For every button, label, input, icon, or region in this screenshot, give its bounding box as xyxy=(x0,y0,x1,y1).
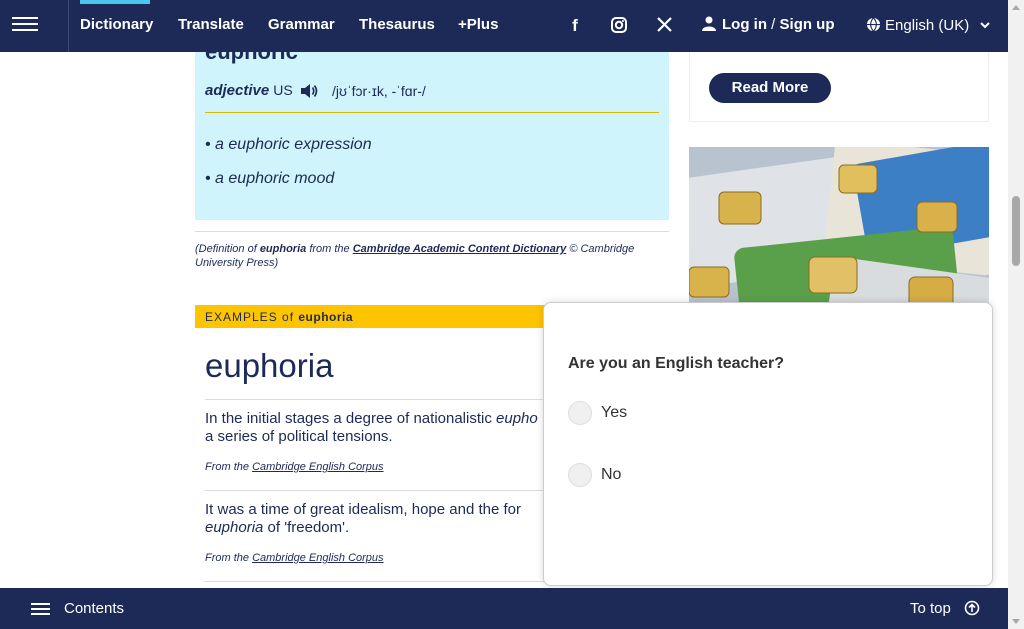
corpus-source: From the Cambridge English Corpus xyxy=(205,461,384,473)
nav-divider xyxy=(68,0,69,52)
part-of-speech: adjective xyxy=(205,82,270,99)
corpus-source-link[interactable]: Cambridge English Corpus xyxy=(252,461,383,473)
corpus-source-link[interactable]: Cambridge English Corpus xyxy=(252,552,383,564)
examples-title: euphoria xyxy=(205,347,334,384)
example-link-mood[interactable]: mood xyxy=(294,170,334,187)
definition-citation: (Definition of euphoria from the Cambrid… xyxy=(195,242,669,270)
examples-band-label: EXAMPLES of xyxy=(205,310,299,324)
region-label: US xyxy=(273,82,293,98)
login-area: Log in / Sign up xyxy=(702,16,835,33)
example-text: a euphoric xyxy=(215,170,295,187)
radio-button[interactable] xyxy=(568,463,592,487)
chevron-down-icon xyxy=(980,22,991,29)
nav-translate[interactable]: Translate xyxy=(178,16,244,33)
example-item: • a euphoric expression xyxy=(205,136,372,153)
citation-word: euphoria xyxy=(259,243,307,255)
active-tab-indicator xyxy=(80,0,150,4)
definition-divider xyxy=(205,112,659,113)
x-icon[interactable] xyxy=(654,16,674,36)
radio-button[interactable] xyxy=(568,401,592,425)
teacher-survey-popup: Are you an English teacher? Yes No xyxy=(543,302,993,586)
arrow-up-circle-icon[interactable] xyxy=(964,600,980,616)
login-link[interactable]: Log in xyxy=(722,16,767,33)
nav-plus[interactable]: +Plus xyxy=(458,16,498,33)
survey-option-label: Yes xyxy=(601,404,628,421)
nav-grammar[interactable]: Grammar xyxy=(268,16,335,33)
language-selector[interactable]: English (UK) xyxy=(866,17,991,34)
example-item: • a euphoric mood xyxy=(205,170,335,187)
nav-dictionary[interactable]: Dictionary xyxy=(80,16,153,33)
survey-option-label: No xyxy=(601,466,622,483)
top-navigation-bar: Dictionary Translate Grammar Thesaurus +… xyxy=(0,0,1008,52)
to-top-button[interactable]: To top xyxy=(910,600,951,617)
facebook-icon[interactable]: f xyxy=(565,16,585,36)
corpus-example-text: In the initial stages a degree of nation… xyxy=(205,410,497,427)
bottom-bar: Contents To top xyxy=(0,588,1008,629)
page-scrollbar[interactable] xyxy=(1008,0,1024,629)
pronunciation: /jʊˈfɔr·ɪk, -ˈfɑr-/ xyxy=(332,83,426,99)
language-label: English (UK) xyxy=(885,17,970,34)
read-more-button[interactable]: Read More xyxy=(709,73,831,103)
part-of-speech-line: adjective US xyxy=(205,82,293,99)
corpus-source-prefix: From the xyxy=(205,461,253,473)
scrollbar-thumb[interactable] xyxy=(1012,196,1020,266)
contents-button[interactable]: Contents xyxy=(64,600,124,617)
citation-divider xyxy=(195,231,669,232)
citation-mid: from the xyxy=(306,243,353,255)
citation-pre: (Definition of xyxy=(195,243,260,255)
corpus-example-keyword: eupho xyxy=(496,410,538,427)
nav-thesaurus[interactable]: Thesaurus xyxy=(359,16,435,33)
hamburger-menu-icon[interactable] xyxy=(12,13,38,35)
user-icon xyxy=(702,16,716,31)
contents-list-icon[interactable] xyxy=(31,600,50,616)
example-text: a euphoric xyxy=(215,136,295,153)
login-separator: / xyxy=(771,16,776,33)
corpus-source-prefix: From the xyxy=(205,552,253,564)
globe-icon xyxy=(866,17,881,32)
examples-band-word: euphoria xyxy=(298,310,354,324)
instagram-icon[interactable] xyxy=(609,16,629,36)
corpus-example-keyword: euphoria xyxy=(205,519,264,536)
signup-link[interactable]: Sign up xyxy=(780,16,835,33)
corpus-example-text: It was a time of great idealism, hope an… xyxy=(205,501,522,518)
corpus-example-text: a series of political tensions. xyxy=(205,428,393,445)
scroll-down-arrow-icon[interactable] xyxy=(1012,619,1020,624)
scroll-up-arrow-icon[interactable] xyxy=(1012,5,1020,10)
advertisement-image[interactable] xyxy=(689,147,989,327)
corpus-example-text: of 'freedom'. xyxy=(263,519,350,536)
example-link-expression[interactable]: expression xyxy=(294,136,371,153)
corpus-source: From the Cambridge English Corpus xyxy=(205,552,384,564)
survey-question: Are you an English teacher? xyxy=(568,355,785,372)
citation-source-link[interactable]: Cambridge Academic Content Dictionary xyxy=(353,243,567,255)
audio-speaker-icon[interactable] xyxy=(298,80,320,102)
